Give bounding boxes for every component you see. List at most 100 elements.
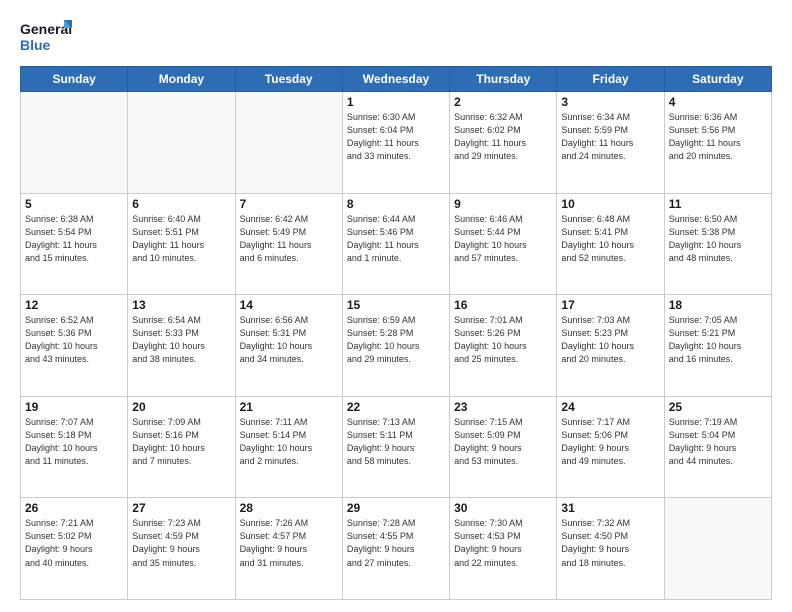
day-info: Sunrise: 7:28 AM Sunset: 4:55 PM Dayligh…: [347, 517, 445, 569]
day-number: 8: [347, 197, 445, 211]
day-info: Sunrise: 6:30 AM Sunset: 6:04 PM Dayligh…: [347, 111, 445, 163]
day-info: Sunrise: 7:23 AM Sunset: 4:59 PM Dayligh…: [132, 517, 230, 569]
day-number: 10: [561, 197, 659, 211]
weekday-header-tuesday: Tuesday: [235, 67, 342, 92]
day-info: Sunrise: 6:38 AM Sunset: 5:54 PM Dayligh…: [25, 213, 123, 265]
weekday-header-monday: Monday: [128, 67, 235, 92]
day-info: Sunrise: 6:36 AM Sunset: 5:56 PM Dayligh…: [669, 111, 767, 163]
calendar-week-row: 26Sunrise: 7:21 AM Sunset: 5:02 PM Dayli…: [21, 498, 772, 600]
calendar-cell: 29Sunrise: 7:28 AM Sunset: 4:55 PM Dayli…: [342, 498, 449, 600]
calendar-cell: 2 Sunrise: 6:32 AM Sunset: 6:02 PM Daylig…: [450, 92, 557, 194]
day-number: 25: [669, 400, 767, 414]
day-number: 18: [669, 298, 767, 312]
calendar-week-row: 12Sunrise: 6:52 AM Sunset: 5:36 PM Dayli…: [21, 295, 772, 397]
calendar-cell: 21Sunrise: 7:11 AM Sunset: 5:14 PM Dayli…: [235, 396, 342, 498]
calendar-cell: 24 Sunrise: 7:17 AM Sunset: 5:06 PM Dayli…: [557, 396, 664, 498]
calendar-cell: 20 Sunrise: 7:09 AM Sunset: 5:16 PM Dayli…: [128, 396, 235, 498]
day-info: Sunrise: 7:15 AM Sunset: 5:09 PM Dayligh…: [454, 416, 552, 468]
calendar-cell: 27 Sunrise: 7:23 AM Sunset: 4:59 PM Dayli…: [128, 498, 235, 600]
day-info: Sunrise: 6:34 AM Sunset: 5:59 PM Dayligh…: [561, 111, 659, 163]
calendar-cell: 9 Sunrise: 6:46 AM Sunset: 5:44 PM Daylig…: [450, 193, 557, 295]
calendar-cell: [235, 92, 342, 194]
day-number: 1: [347, 95, 445, 109]
calendar-cell: 19Sunrise: 7:07 AM Sunset: 5:18 PM Dayli…: [21, 396, 128, 498]
day-info: Sunrise: 6:59 AM Sunset: 5:28 PM Dayligh…: [347, 314, 445, 366]
day-info: Sunrise: 6:32 AM Sunset: 6:02 PM Dayligh…: [454, 111, 552, 163]
day-number: 2: [454, 95, 552, 109]
day-number: 15: [347, 298, 445, 312]
logo: General Blue: [20, 18, 72, 56]
calendar-cell: 1 Sunrise: 6:30 AM Sunset: 6:04 PM Daylig…: [342, 92, 449, 194]
weekday-header-wednesday: Wednesday: [342, 67, 449, 92]
calendar-cell: 14 Sunrise: 6:56 AM Sunset: 5:31 PM Dayli…: [235, 295, 342, 397]
calendar-cell: 17 Sunrise: 7:03 AM Sunset: 5:23 PM Dayli…: [557, 295, 664, 397]
weekday-header-saturday: Saturday: [664, 67, 771, 92]
calendar-week-row: 5 Sunrise: 6:38 AM Sunset: 5:54 PM Daylig…: [21, 193, 772, 295]
day-info: Sunrise: 7:30 AM Sunset: 4:53 PM Dayligh…: [454, 517, 552, 569]
calendar-week-row: 1 Sunrise: 6:30 AM Sunset: 6:04 PM Daylig…: [21, 92, 772, 194]
calendar-cell: 31 Sunrise: 7:32 AM Sunset: 4:50 PM Dayli…: [557, 498, 664, 600]
day-info: Sunrise: 7:21 AM Sunset: 5:02 PM Dayligh…: [25, 517, 123, 569]
day-number: 24: [561, 400, 659, 414]
header: General Blue: [20, 18, 772, 56]
day-info: Sunrise: 6:44 AM Sunset: 5:46 PM Dayligh…: [347, 213, 445, 265]
day-info: Sunrise: 7:03 AM Sunset: 5:23 PM Dayligh…: [561, 314, 659, 366]
svg-text:Blue: Blue: [20, 37, 51, 53]
day-info: Sunrise: 7:05 AM Sunset: 5:21 PM Dayligh…: [669, 314, 767, 366]
calendar-cell: [21, 92, 128, 194]
day-number: 11: [669, 197, 767, 211]
day-number: 28: [240, 501, 338, 515]
day-number: 23: [454, 400, 552, 414]
day-number: 7: [240, 197, 338, 211]
day-info: Sunrise: 6:46 AM Sunset: 5:44 PM Dayligh…: [454, 213, 552, 265]
calendar-cell: [128, 92, 235, 194]
day-info: Sunrise: 7:32 AM Sunset: 4:50 PM Dayligh…: [561, 517, 659, 569]
day-number: 13: [132, 298, 230, 312]
calendar-cell: 13 Sunrise: 6:54 AM Sunset: 5:33 PM Dayli…: [128, 295, 235, 397]
day-info: Sunrise: 7:17 AM Sunset: 5:06 PM Dayligh…: [561, 416, 659, 468]
weekday-header-friday: Friday: [557, 67, 664, 92]
day-info: Sunrise: 6:40 AM Sunset: 5:51 PM Dayligh…: [132, 213, 230, 265]
day-info: Sunrise: 6:56 AM Sunset: 5:31 PM Dayligh…: [240, 314, 338, 366]
day-number: 27: [132, 501, 230, 515]
day-number: 4: [669, 95, 767, 109]
calendar-cell: 3 Sunrise: 6:34 AM Sunset: 5:59 PM Daylig…: [557, 92, 664, 194]
calendar-cell: 8 Sunrise: 6:44 AM Sunset: 5:46 PM Daylig…: [342, 193, 449, 295]
day-number: 20: [132, 400, 230, 414]
weekday-header-row: SundayMondayTuesdayWednesdayThursdayFrid…: [21, 67, 772, 92]
day-info: Sunrise: 6:54 AM Sunset: 5:33 PM Dayligh…: [132, 314, 230, 366]
calendar-cell: 26Sunrise: 7:21 AM Sunset: 5:02 PM Dayli…: [21, 498, 128, 600]
day-number: 16: [454, 298, 552, 312]
calendar-cell: 30Sunrise: 7:30 AM Sunset: 4:53 PM Dayli…: [450, 498, 557, 600]
day-number: 31: [561, 501, 659, 515]
day-info: Sunrise: 6:48 AM Sunset: 5:41 PM Dayligh…: [561, 213, 659, 265]
calendar-cell: 15 Sunrise: 6:59 AM Sunset: 5:28 PM Dayli…: [342, 295, 449, 397]
day-info: Sunrise: 7:01 AM Sunset: 5:26 PM Dayligh…: [454, 314, 552, 366]
day-info: Sunrise: 7:09 AM Sunset: 5:16 PM Dayligh…: [132, 416, 230, 468]
day-info: Sunrise: 7:13 AM Sunset: 5:11 PM Dayligh…: [347, 416, 445, 468]
calendar-cell: 10 Sunrise: 6:48 AM Sunset: 5:41 PM Dayli…: [557, 193, 664, 295]
calendar-cell: 16 Sunrise: 7:01 AM Sunset: 5:26 PM Dayli…: [450, 295, 557, 397]
day-info: Sunrise: 7:26 AM Sunset: 4:57 PM Dayligh…: [240, 517, 338, 569]
calendar-cell: [664, 498, 771, 600]
day-number: 17: [561, 298, 659, 312]
day-number: 3: [561, 95, 659, 109]
calendar-cell: 18 Sunrise: 7:05 AM Sunset: 5:21 PM Dayli…: [664, 295, 771, 397]
day-number: 21: [240, 400, 338, 414]
day-info: Sunrise: 7:19 AM Sunset: 5:04 PM Dayligh…: [669, 416, 767, 468]
weekday-header-sunday: Sunday: [21, 67, 128, 92]
day-info: Sunrise: 6:50 AM Sunset: 5:38 PM Dayligh…: [669, 213, 767, 265]
day-number: 9: [454, 197, 552, 211]
logo-icon: General Blue: [20, 18, 72, 56]
day-number: 22: [347, 400, 445, 414]
day-info: Sunrise: 6:42 AM Sunset: 5:49 PM Dayligh…: [240, 213, 338, 265]
calendar-cell: 22 Sunrise: 7:13 AM Sunset: 5:11 PM Dayli…: [342, 396, 449, 498]
day-number: 14: [240, 298, 338, 312]
day-number: 6: [132, 197, 230, 211]
calendar-cell: 12Sunrise: 6:52 AM Sunset: 5:36 PM Dayli…: [21, 295, 128, 397]
day-number: 5: [25, 197, 123, 211]
calendar-cell: 4 Sunrise: 6:36 AM Sunset: 5:56 PM Daylig…: [664, 92, 771, 194]
page: General Blue SundayMondayTuesdayWednesda…: [0, 0, 792, 612]
calendar-cell: 11 Sunrise: 6:50 AM Sunset: 5:38 PM Dayli…: [664, 193, 771, 295]
calendar-cell: 5 Sunrise: 6:38 AM Sunset: 5:54 PM Daylig…: [21, 193, 128, 295]
